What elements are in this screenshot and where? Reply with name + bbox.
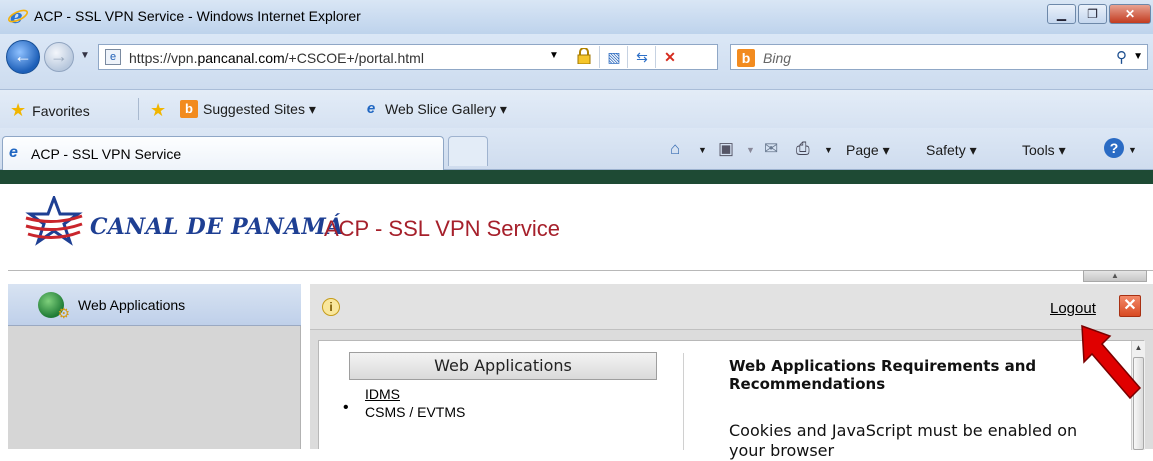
header-bar <box>0 170 1153 184</box>
web-applications-header: Web Applications <box>349 352 657 380</box>
lock-icon[interactable] <box>577 48 591 64</box>
ie-logo-icon: e <box>8 6 28 26</box>
url-text[interactable]: https://vpn.pancanal.com/+CSCOE+/portal.… <box>129 50 424 66</box>
favorites-bar: ★ Favorites ★ b Suggested Sites ▾ e Web … <box>0 90 1153 128</box>
app-link-csms-evtms[interactable]: CSMS / EVTMS <box>365 404 465 420</box>
sidebar: Web Applications <box>8 284 301 449</box>
window-title: ACP - SSL VPN Service - Windows Internet… <box>34 8 361 24</box>
print-dropdown[interactable]: ▼ <box>824 145 833 155</box>
search-box[interactable]: b Bing ⚲ ▼ <box>730 44 1148 70</box>
portal-toolbar: i Logout ✕ <box>310 284 1153 330</box>
minimize-button[interactable]: ▁ <box>1047 4 1076 24</box>
search-dropdown[interactable]: ▼ <box>1133 51 1143 62</box>
logout-close-icon[interactable]: ✕ <box>1119 295 1141 317</box>
brand-name: CANAL DE PANAMÁ <box>90 214 344 240</box>
page-menu[interactable]: Page ▾ <box>846 142 890 159</box>
bing-icon: b <box>180 100 198 118</box>
home-icon[interactable]: ⌂ <box>670 139 680 159</box>
ie-page-icon: e <box>366 100 376 117</box>
restore-button[interactable]: ❐ <box>1078 4 1107 24</box>
favorites-label: Favorites <box>32 102 90 119</box>
collapse-up-icon: ▲ <box>1111 271 1119 280</box>
requirements-title: Web Applications Requirements and Recomm… <box>729 357 1037 393</box>
sidebar-item-label: Web Applications <box>78 296 186 313</box>
column-divider <box>683 353 684 450</box>
address-bar: ← → ▼ e https://vpn.pancanal.com/+CSCOE+… <box>0 34 1153 90</box>
web-slice-gallery-label: Web Slice Gallery ▾ <box>385 100 507 117</box>
back-arrow-icon: ← <box>14 46 32 66</box>
home-dropdown[interactable]: ▼ <box>698 145 707 155</box>
search-icon[interactable]: ⚲ <box>1116 48 1127 66</box>
add-to-favorites-button[interactable]: ★ <box>150 100 172 121</box>
feeds-icon[interactable]: ▣ <box>718 139 734 159</box>
recent-pages-dropdown[interactable]: ▼ <box>80 50 90 61</box>
forward-arrow-icon: → <box>50 46 68 66</box>
search-placeholder: Bing <box>763 50 792 66</box>
close-icon: ✕ <box>1124 7 1136 21</box>
suggested-sites-button[interactable]: b Suggested Sites ▾ <box>180 100 316 118</box>
favorites-star-icon: ★ <box>10 100 27 120</box>
tab-bar: e ACP - SSL VPN Service ⌂ ▼ ▣ ▼ ✉ ⎙ ▼ Pa… <box>0 128 1153 170</box>
sidebar-item-web-applications[interactable]: Web Applications <box>8 284 301 326</box>
bullet: • <box>343 399 349 416</box>
favorites-button[interactable]: ★ Favorites <box>10 100 90 121</box>
tab-label: ACP - SSL VPN Service <box>31 146 182 162</box>
feeds-dropdown[interactable]: ▼ <box>746 145 755 155</box>
new-tab-button[interactable] <box>448 136 488 166</box>
requirements-text: Cookies and JavaScript must be enabled o… <box>729 421 1078 460</box>
restore-icon: ❐ <box>1087 7 1098 21</box>
collapse-header-button[interactable]: ▲ <box>1083 270 1147 282</box>
minimize-icon: ▁ <box>1056 7 1067 21</box>
main-panel: i Logout ✕ Web Applications IDMS • CSMS … <box>310 284 1153 460</box>
print-icon[interactable]: ⎙ <box>796 139 810 159</box>
web-slice-gallery-button[interactable]: e Web Slice Gallery ▾ <box>362 100 507 118</box>
logout-link[interactable]: Logout <box>1050 300 1096 317</box>
help-dropdown[interactable]: ▼ <box>1128 145 1137 155</box>
tools-menu[interactable]: Tools ▾ <box>1022 142 1066 159</box>
red-arrow-annotation <box>1081 324 1142 400</box>
compatibility-view-icon[interactable]: ▧ <box>605 48 623 66</box>
canal-logo-icon <box>25 196 83 246</box>
suggested-sites-label: Suggested Sites ▾ <box>203 100 316 117</box>
back-button[interactable]: ← <box>6 40 40 74</box>
read-mail-icon[interactable]: ✉ <box>764 139 778 159</box>
add-favorites-icon: ★ <box>150 100 167 120</box>
content-divider <box>8 270 1153 284</box>
content-frame: Web Applications IDMS • CSMS / EVTMS Web… <box>318 340 1145 460</box>
stop-icon[interactable]: ✕ <box>661 48 679 66</box>
url-dropdown[interactable]: ▼ <box>549 50 559 61</box>
forward-button[interactable]: → <box>44 42 74 72</box>
safety-menu[interactable]: Safety ▾ <box>926 142 977 159</box>
window-titlebar: e ACP - SSL VPN Service - Windows Intern… <box>0 0 1153 34</box>
help-icon[interactable]: ? <box>1104 138 1124 158</box>
url-field[interactable]: e https://vpn.pancanal.com/+CSCOE+/porta… <box>98 44 718 70</box>
app-link-idms[interactable]: IDMS <box>365 386 400 402</box>
ie-page-icon: e <box>9 144 18 161</box>
tab-acp-ssl-vpn[interactable]: e ACP - SSL VPN Service <box>2 136 444 170</box>
web-applications-icon <box>38 291 70 322</box>
page-title: ACP - SSL VPN Service <box>324 216 560 241</box>
close-window-button[interactable]: ✕ <box>1109 4 1151 24</box>
refresh-icon[interactable]: ⇆ <box>633 48 651 66</box>
bing-icon: b <box>737 49 755 67</box>
info-icon[interactable]: i <box>322 298 340 316</box>
page-icon: e <box>105 49 121 65</box>
